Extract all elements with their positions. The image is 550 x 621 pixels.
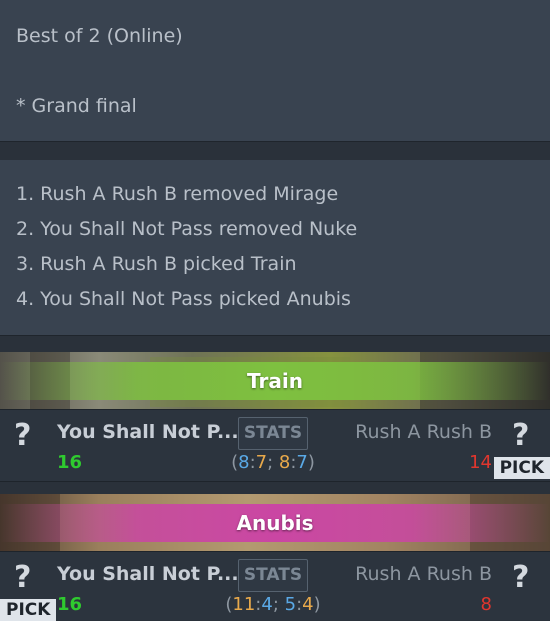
split-sep: ; [272, 594, 285, 615]
map-name-strip: Train [0, 362, 550, 400]
team-right-score: 14 [469, 452, 492, 473]
split-close: ) [307, 452, 315, 473]
match-info-panel [0, 0, 550, 142]
half-scores: (11:4; 5:4) [225, 594, 321, 615]
team-right-score: 8 [480, 594, 492, 615]
t-half-score: 8 [278, 452, 291, 473]
team-logo-unknown-icon: ? [14, 418, 32, 453]
map-banner-train: Train [0, 352, 550, 409]
team-left-score: 16 [57, 452, 83, 473]
map-result-row: ? PICK You Shall Not P... 16 STATS (11:4… [0, 551, 550, 621]
ct-half-score: 5 [284, 594, 297, 615]
half-scores: (8:7; 8:7) [231, 452, 315, 473]
ct-half-score: 7 [296, 452, 308, 473]
map-banner-anubis: Anubis [0, 494, 550, 551]
ct-half-score: 4 [261, 594, 273, 615]
stats-button[interactable]: STATS [238, 417, 308, 450]
map-result-row: ? You Shall Not P... 16 STATS (8:7; 8:7)… [0, 409, 550, 482]
team-right-name[interactable]: Rush A Rush B [355, 421, 492, 443]
ct-half-score: 8 [238, 452, 250, 473]
team-right-name[interactable]: Rush A Rush B [355, 563, 492, 585]
split-close: ) [313, 594, 321, 615]
team-logo-unknown-icon: ? [14, 560, 32, 595]
map-name: Train [247, 369, 303, 393]
veto-item: 1. Rush A Rush B removed Mirage [16, 183, 339, 205]
match-stage: * Grand final [16, 95, 137, 117]
split-sep: ; [267, 452, 279, 473]
map-name: Anubis [236, 511, 314, 535]
t-half-score: 4 [302, 594, 314, 615]
veto-item: 2. You Shall Not Pass removed Nuke [16, 218, 358, 240]
team-logo-unknown-icon: ? [512, 560, 530, 595]
stats-button[interactable]: STATS [238, 559, 308, 592]
match-format: Best of 2 (Online) [16, 25, 183, 47]
veto-item: 4. You Shall Not Pass picked Anubis [16, 288, 351, 310]
team-left-name[interactable]: You Shall Not P... [57, 421, 239, 443]
pick-badge: PICK [493, 457, 550, 479]
team-left-score: 16 [57, 594, 83, 615]
t-half-score: 11 [232, 594, 256, 615]
veto-item: 3. Rush A Rush B picked Train [16, 253, 297, 275]
t-half-score: 7 [255, 452, 268, 473]
map-name-strip: Anubis [0, 504, 550, 542]
pick-badge: PICK [0, 599, 57, 621]
team-logo-unknown-icon: ? [512, 418, 530, 453]
team-left-name[interactable]: You Shall Not P... [57, 563, 239, 585]
